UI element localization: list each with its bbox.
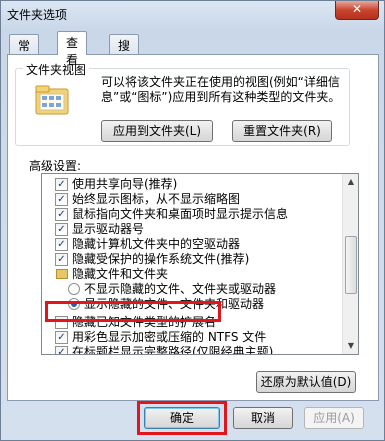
advanced-setting-row[interactable]: ✓ 鼠标指向文件夹和桌面项时显示提示信息 — [42, 207, 342, 222]
list-scrollbar[interactable]: ▲ ▼ — [342, 174, 358, 354]
cancel-button[interactable]: 取消 — [233, 407, 293, 429]
advanced-setting-row[interactable]: 隐藏文件和文件夹 — [42, 267, 342, 282]
setting-label: 显示驱动器号 — [72, 222, 145, 236]
advanced-settings-label: 高级设置: — [29, 159, 82, 173]
advanced-setting-row[interactable]: ✓ 显示驱动器号 — [42, 222, 342, 237]
checkbox[interactable]: ✓ — [55, 193, 68, 206]
apply-button[interactable]: 应用(A) — [304, 407, 364, 429]
restore-defaults-button[interactable]: 还原为默认值(D) — [256, 371, 356, 393]
advanced-settings-list[interactable]: ✓ 使用共享向导(推荐) ✓ 始终显示图标，从不显示缩略图 ✓ 鼠标指向文件夹和桌面项时显… — [41, 173, 359, 355]
apply-to-folders-button[interactable]: 应用到文件夹(L) — [101, 120, 213, 142]
highlight-hide-extensions — [45, 301, 221, 322]
tab-view[interactable]: 查看 — [57, 31, 88, 67]
setting-label: 隐藏受保护的操作系统文件(推荐) — [72, 252, 250, 266]
advanced-setting-row[interactable]: ✓ 隐藏计算机文件夹中的空驱动器 — [42, 237, 342, 252]
setting-label: 不显示隐藏的文件、文件夹或驱动器 — [84, 282, 277, 296]
tab-search[interactable]: 搜索 — [109, 34, 140, 70]
scroll-thumb[interactable] — [345, 236, 357, 294]
folder-view-icon — [35, 85, 69, 115]
ok-button[interactable]: 确定 — [144, 407, 220, 429]
folder-views-description: 可以将该文件夹正在使用的视图(例如“详细信息”或“图标”)应用到所有这种类型的文… — [101, 75, 341, 104]
folder-options-window: 文件夹选项 ✕ 常规 查看 搜索 文件夹视图 可以将该文件夹正在使用的视图(例如… — [0, 0, 385, 441]
checkbox[interactable]: ✓ — [55, 223, 68, 236]
advanced-setting-row[interactable]: ✓ 用彩色显示加密或压缩的 NTFS 文件 — [42, 330, 342, 345]
tab-general[interactable]: 常规 — [9, 34, 40, 70]
advanced-setting-row[interactable]: ✓ 隐藏受保护的操作系统文件(推荐) — [42, 252, 342, 267]
checkbox[interactable]: ✓ — [55, 253, 68, 266]
setting-label: 用彩色显示加密或压缩的 NTFS 文件 — [72, 330, 267, 344]
advanced-setting-row[interactable]: ✓ 使用共享向导(推荐) — [42, 177, 342, 192]
setting-label: 始终显示图标，从不显示缩略图 — [72, 192, 241, 206]
folder-icon — [56, 269, 68, 279]
advanced-setting-row[interactable]: 不显示隐藏的文件、文件夹或驱动器 — [42, 282, 342, 297]
advanced-setting-row[interactable]: ✓ 在标题栏显示完整路径(仅限经典主题) — [42, 345, 342, 355]
close-button[interactable]: ✕ — [335, 1, 379, 20]
checkbox[interactable]: ✓ — [55, 346, 68, 354]
setting-label: 使用共享向导(推荐) — [72, 177, 178, 191]
setting-label: 隐藏计算机文件夹中的空驱动器 — [72, 237, 241, 251]
setting-label: 在标题栏显示完整路径(仅限经典主题) — [72, 345, 274, 355]
setting-label: 隐藏文件和文件夹 — [72, 267, 169, 281]
setting-label: 鼠标指向文件夹和桌面项时显示提示信息 — [72, 207, 289, 221]
scroll-down-icon[interactable]: ▼ — [343, 338, 358, 354]
checkbox[interactable]: ✓ — [55, 178, 68, 191]
radio-button[interactable] — [68, 283, 80, 295]
checkbox[interactable]: ✓ — [55, 208, 68, 221]
title-bar: 文件夹选项 ✕ — [1, 1, 385, 27]
reset-folders-button[interactable]: 重置文件夹(R) — [232, 120, 332, 142]
checkbox[interactable]: ✓ — [55, 238, 68, 251]
window-title: 文件夹选项 — [7, 8, 68, 22]
advanced-setting-row[interactable]: ✓ 始终显示图标，从不显示缩略图 — [42, 192, 342, 207]
scroll-up-icon[interactable]: ▲ — [343, 174, 358, 190]
folder-views-label: 文件夹视图 — [23, 61, 90, 78]
checkbox[interactable]: ✓ — [55, 331, 68, 344]
